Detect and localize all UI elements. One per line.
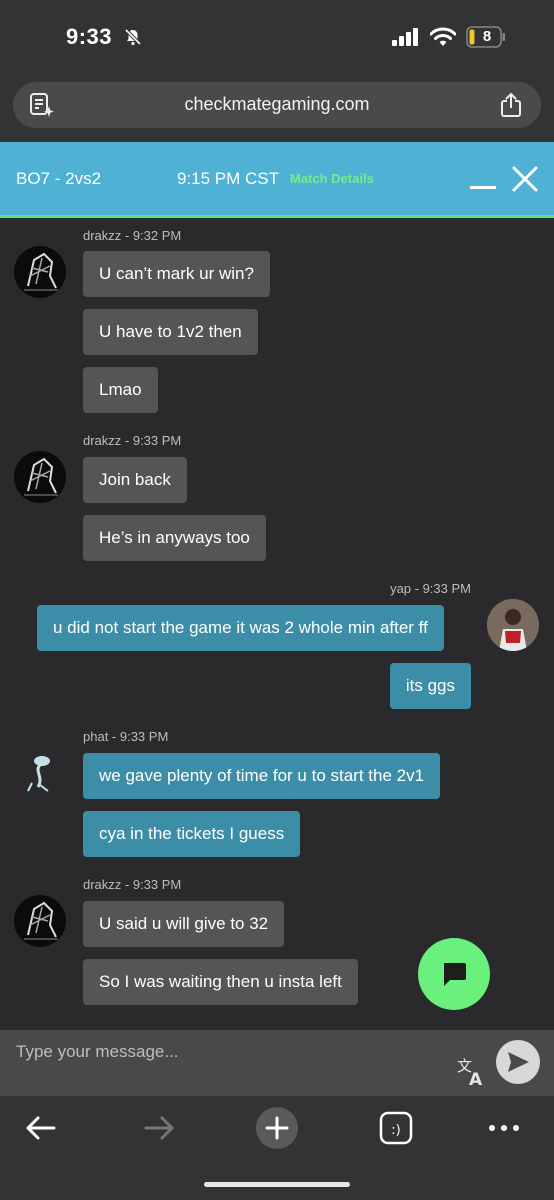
- send-button[interactable]: [496, 1040, 540, 1084]
- match-type: BO7 - 2vs2: [16, 169, 102, 188]
- tabs-icon[interactable]: :): [376, 1108, 416, 1148]
- message-meta: yap - 9:33 PM: [390, 581, 471, 596]
- avatar-image: [487, 599, 539, 651]
- new-tab-icon[interactable]: [255, 1106, 299, 1150]
- more-menu-icon[interactable]: [484, 1108, 524, 1148]
- message-bubble: So I was waiting then u insta left: [83, 959, 358, 1005]
- match-time: 9:15 PM CST: [177, 169, 280, 188]
- browser-bar: checkmategaming.com: [0, 74, 554, 142]
- message-bubble-own: its ggs: [389, 663, 471, 709]
- avatar-image: [27, 756, 50, 792]
- message-meta: drakzz - 9:33 PM: [83, 433, 182, 448]
- message-input[interactable]: [0, 1030, 440, 1096]
- svg-text:A: A: [469, 1070, 483, 1086]
- address-bar[interactable]: checkmategaming.com: [13, 82, 541, 128]
- status-bar: 9:33 8: [0, 0, 554, 74]
- translate-icon[interactable]: 文 A: [456, 1056, 486, 1086]
- message-bubble: U have to 1v2 then: [83, 309, 258, 355]
- url-text[interactable]: checkmategaming.com: [13, 94, 541, 115]
- battery-level: 8: [482, 28, 492, 45]
- status-time: 9:33: [66, 24, 113, 49]
- message-bubble-own: u did not start the game it was 2 whole …: [37, 605, 444, 651]
- avatar-phat[interactable]: [14, 747, 66, 799]
- minimize-button[interactable]: [470, 186, 496, 189]
- forward-arrow-icon[interactable]: [140, 1108, 180, 1148]
- home-indicator: [204, 1182, 350, 1187]
- avatar-image: [24, 457, 58, 496]
- svg-text::): :): [391, 1123, 400, 1138]
- avatar-image: [24, 252, 58, 291]
- avatar-yap[interactable]: [487, 599, 539, 651]
- message-bubble: U said u will give to 32: [83, 901, 285, 947]
- chat-bubble-icon: [444, 963, 466, 986]
- message-meta: drakzz - 9:33 PM: [83, 877, 182, 892]
- wifi-icon: [430, 27, 456, 46]
- message-meta: phat - 9:33 PM: [83, 729, 169, 744]
- avatar-drakzz[interactable]: [14, 451, 66, 503]
- message-meta: drakzz - 9:32 PM: [83, 228, 182, 243]
- send-icon: [508, 1052, 529, 1072]
- message-bubble: Lmao: [83, 367, 158, 413]
- avatar-image: [24, 901, 58, 940]
- close-icon[interactable]: [510, 164, 540, 194]
- avatar-drakzz[interactable]: [14, 246, 66, 298]
- message-bubble: we gave plenty of time for u to start th…: [83, 753, 441, 799]
- chat-toggle-button[interactable]: [418, 938, 490, 1010]
- avatar-drakzz[interactable]: [14, 895, 66, 947]
- message-composer: 文 A: [0, 1030, 554, 1096]
- browser-toolbar: :): [0, 1096, 554, 1200]
- chat-messages[interactable]: drakzz - 9:32 PM U can’t mark ur win? U …: [0, 218, 554, 1030]
- share-icon[interactable]: [499, 92, 523, 118]
- silent-bell-icon: [124, 28, 142, 46]
- match-details-link[interactable]: Match Details: [290, 171, 374, 186]
- match-header: BO7 - 2vs2 9:15 PM CST Match Details: [0, 142, 554, 218]
- message-bubble: cya in the tickets I guess: [83, 811, 301, 857]
- battery-indicator: 8: [466, 26, 506, 48]
- back-arrow-icon[interactable]: [20, 1108, 60, 1148]
- cellular-signal-icon: [392, 28, 418, 46]
- message-bubble: Join back: [83, 457, 187, 503]
- message-bubble: He’s in anyways too: [83, 515, 266, 561]
- message-bubble: U can’t mark ur win?: [83, 251, 270, 297]
